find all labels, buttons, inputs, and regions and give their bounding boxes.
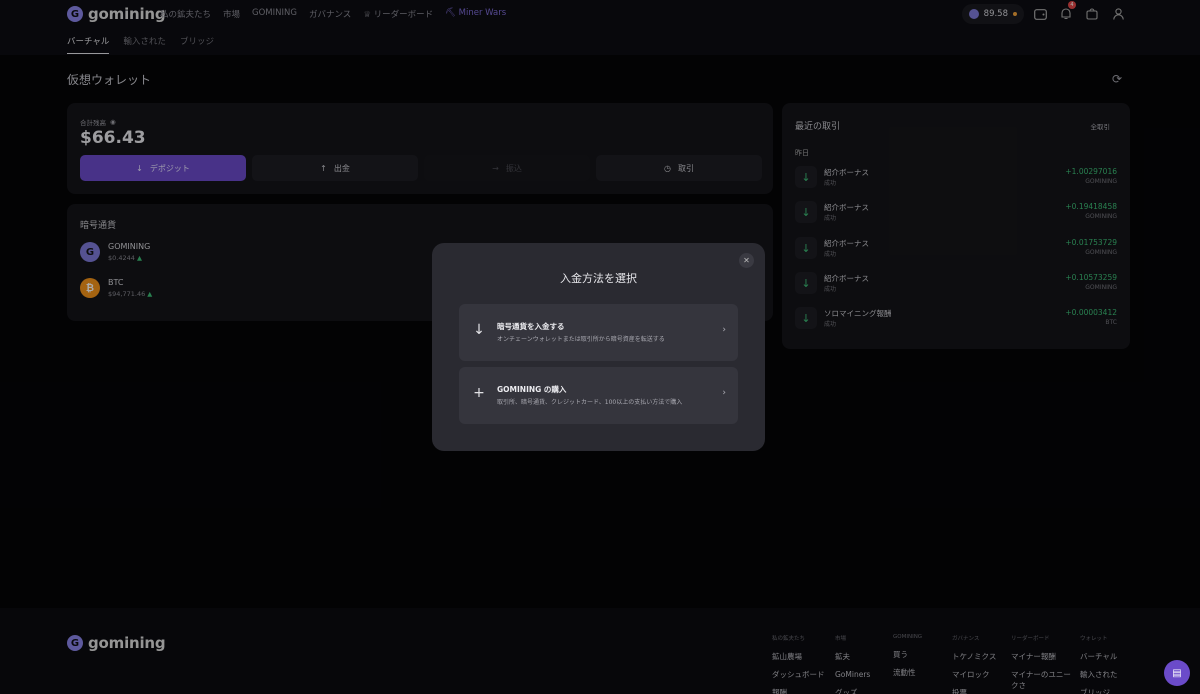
buy-gomining-option[interactable]: + GOMINING の購入 取引所、暗号通貨、クレジットカード、100以上の支… [459, 367, 738, 424]
support-chat-button[interactable]: ▤ [1164, 660, 1190, 686]
arrow-down-icon: ↓ [473, 322, 485, 338]
option-title: GOMINING の購入 [497, 385, 567, 394]
chevron-right-icon: › [722, 388, 726, 398]
deposit-method-modal: ✕ 入金方法を選択 ↓ 暗号通貨を入金する オンチェーンウォレットまたは取引所か… [432, 243, 765, 451]
option-subtitle: 取引所、暗号通貨、クレジットカード、100以上の支払い方法で購入 [497, 399, 683, 406]
modal-title: 入金方法を選択 [560, 272, 637, 285]
deposit-crypto-option[interactable]: ↓ 暗号通貨を入金する オンチェーンウォレットまたは取引所から暗号資産を転送する… [459, 304, 738, 361]
plus-icon: + [473, 385, 485, 401]
chat-icon: ▤ [1172, 667, 1182, 679]
close-icon[interactable]: ✕ [739, 253, 754, 268]
chevron-right-icon: › [722, 325, 726, 335]
option-subtitle: オンチェーンウォレットまたは取引所から暗号資産を転送する [497, 336, 665, 343]
option-title: 暗号通貨を入金する [497, 322, 565, 331]
